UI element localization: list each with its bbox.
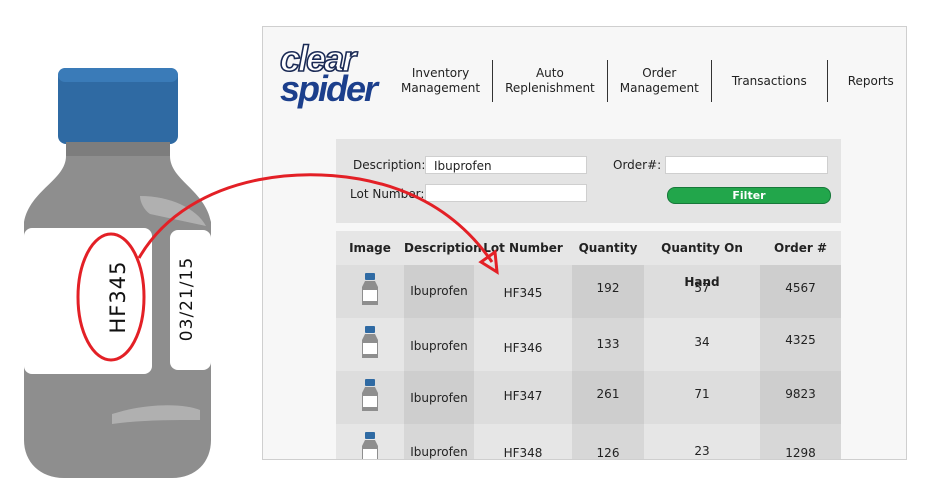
cell-quantity: 261 [596,387,620,401]
header-order-number[interactable]: Order # [760,231,841,265]
cell-lot-number: HF345 [503,286,543,300]
header-lot-number[interactable]: Lot Number [474,231,572,265]
cell-description: Ibuprofen [410,391,468,405]
cell-lot-number: HF347 [503,389,543,403]
bottle-thumbnail-icon [362,379,378,411]
bottle-thumbnail-icon [362,432,378,459]
cell-description: Ibuprofen [410,284,468,298]
cell-on-hand: 57 [694,281,710,295]
header-image[interactable]: Image [336,231,404,265]
inventory-table: Image Description Lot Number Quantity Qu… [336,231,841,460]
nav-inventory-management[interactable]: Inventory Management [389,66,492,96]
description-input[interactable]: Ibuprofen [425,156,587,174]
table-row[interactable]: Ibuprofen HF346 133 34 4325 [336,318,841,371]
cell-order-number: 4325 [785,333,816,347]
bottle-thumbnail-icon [362,326,378,358]
bottle-thumbnail-icon [362,273,378,305]
lot-number-label: Lot Number: [350,187,425,201]
lot-number-input[interactable] [425,184,587,202]
header-quantity-on-hand[interactable]: Quantity On Hand [644,231,760,289]
medicine-bottle-illustration [24,68,211,478]
inventory-app-window: clear spider Inventory Management Auto R… [262,26,907,460]
cell-lot-number: HF346 [503,341,543,355]
nav-auto-replenishment[interactable]: Auto Replenishment [493,66,607,96]
cell-description: Ibuprofen [410,445,468,459]
main-nav: Inventory Management Auto Replenishment … [389,57,906,105]
cell-quantity: 192 [596,281,620,295]
table-row[interactable]: Ibuprofen HF348 126 23 1298 [336,424,841,460]
bottle-lot-number: HF345 [106,260,130,334]
cell-quantity: 126 [596,446,620,460]
cell-on-hand: 23 [694,444,710,458]
cell-description: Ibuprofen [410,339,468,353]
table-row[interactable]: Ibuprofen HF345 192 57 4567 [336,265,841,318]
table-row[interactable]: Ibuprofen HF347 261 71 9823 [336,371,841,424]
cell-on-hand: 71 [694,387,710,401]
cell-order-number: 9823 [785,387,816,401]
cell-lot-number: HF348 [503,446,543,460]
filter-panel: Description: Ibuprofen Order#: Lot Numbe… [336,139,841,223]
nav-order-management[interactable]: Order Management [608,66,711,96]
bottle-date: 03/21/15 [177,256,197,342]
filter-button[interactable]: Filter [667,187,831,204]
header-quantity[interactable]: Quantity [572,231,644,265]
header-description[interactable]: Description [404,231,482,265]
order-label: Order#: [613,158,662,172]
clear-spider-logo: clear spider [279,40,378,107]
nav-transactions[interactable]: Transactions [712,74,827,89]
cell-quantity: 133 [596,337,620,351]
order-input[interactable] [665,156,828,174]
cell-order-number: 1298 [785,446,816,460]
description-label: Description: [353,158,426,172]
nav-reports[interactable]: Reports [828,74,906,89]
bottle-label [24,228,152,374]
cell-on-hand: 34 [694,335,710,349]
cell-order-number: 4567 [785,281,816,295]
logo-line-2: spider [280,68,378,109]
